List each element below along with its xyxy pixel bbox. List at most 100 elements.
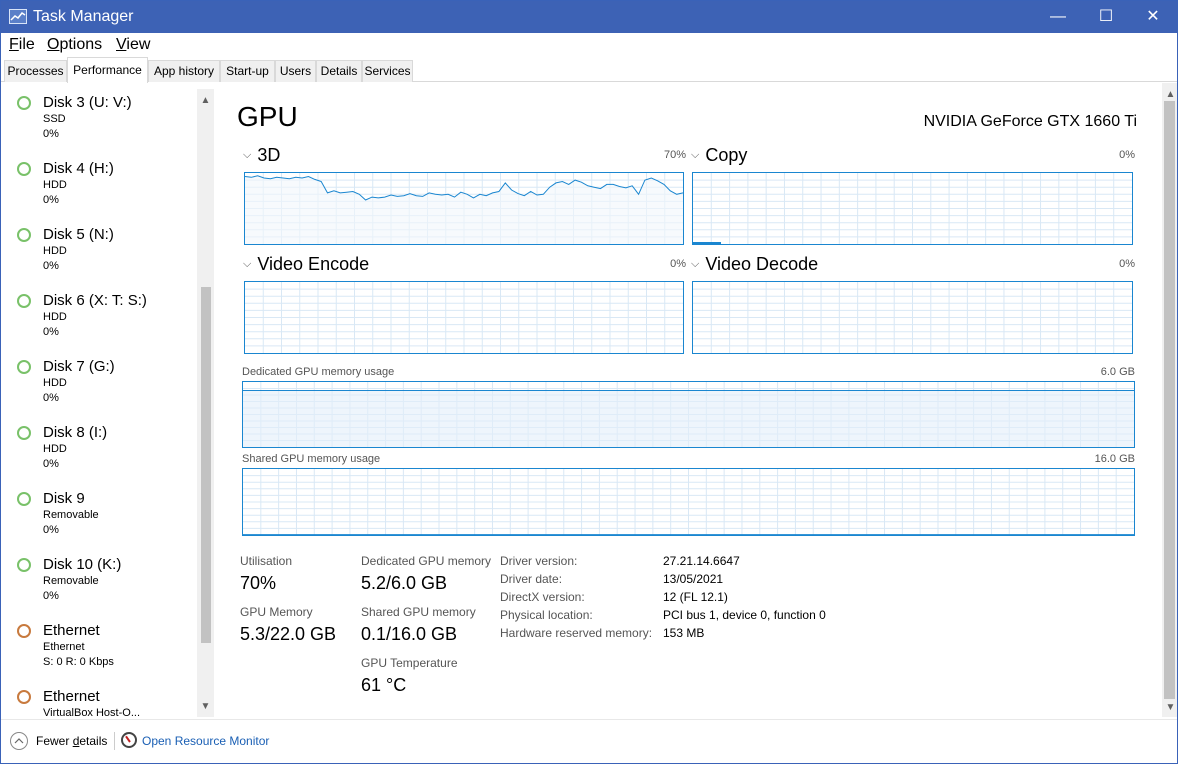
scroll-up-icon[interactable]: ▲ (197, 95, 214, 106)
maximize-button[interactable]: ☐ (1083, 1, 1129, 33)
graph-copy-label: Copy (705, 145, 748, 165)
performance-sidebar: Disk 3 (U: V:) SSD 0% Disk 4 (H:) HDD 0%… (1, 89, 215, 717)
chevron-up-icon[interactable] (10, 732, 28, 750)
graph-3d-header[interactable]: ⌵ 3D (243, 145, 280, 166)
status-circle-icon (17, 492, 31, 506)
title-bar[interactable]: Task Manager — ☐ ✕ (1, 1, 1177, 33)
dedicated-stat-value: 5.2/6.0 GB (361, 573, 448, 593)
minimize-button[interactable]: — (1035, 1, 1081, 33)
menu-view[interactable]: View (116, 36, 150, 54)
sidebar-item-disk-5[interactable]: Disk 5 (N:) HDD 0% (1, 221, 197, 287)
close-button[interactable]: ✕ (1130, 1, 1176, 33)
temperature-label: GPU Temperature (361, 656, 458, 670)
sidebar-item-ethernet-1[interactable]: Ethernet Ethernet S: 0 R: 0 Kbps (1, 617, 197, 683)
graph-video-decode-label: Video Decode (705, 254, 819, 274)
graph-video-encode-header[interactable]: ⌵ Video Encode (243, 254, 369, 275)
tab-start-up[interactable]: Start-up (220, 60, 275, 82)
gpu-panel: GPU NVIDIA GeForce GTX 1660 Ti ⌵ 3D 70% ⌵… (215, 83, 1161, 717)
graph-3d-pct: 70% (663, 149, 686, 161)
sidebar-item-disk-9[interactable]: Disk 9 Removable 0% (1, 485, 197, 551)
graph-video-encode-pct: 0% (670, 258, 686, 270)
tab-bar: Processes Performance App history Start-… (1, 57, 1177, 83)
menu-view-accel: V (116, 36, 127, 53)
sidebar-scrollbar-thumb[interactable] (201, 287, 211, 643)
graph-copy-header[interactable]: ⌵ Copy (691, 145, 747, 166)
graph-video-decode (692, 281, 1133, 354)
sidebar-item-disk-10[interactable]: Disk 10 (K:) Removable 0% (1, 551, 197, 617)
main-scrollbar-thumb[interactable] (1164, 101, 1175, 699)
graph-video-decode-grid (693, 282, 1132, 353)
sidebar-item-name: Disk 10 (K:) (43, 556, 122, 573)
graph-video-encode-label: Video Encode (257, 254, 370, 274)
directx-version-label: DirectX version: (500, 590, 585, 604)
sidebar-item-type: HDD (43, 179, 67, 191)
menu-file[interactable]: File (9, 36, 35, 54)
physical-location-label: Physical location: (500, 608, 593, 622)
graph-video-encode (244, 281, 684, 354)
open-resource-monitor-link[interactable]: Open Resource Monitor (142, 734, 269, 748)
sidebar-item-value: S: 0 R: 0 Kbps (43, 656, 114, 668)
shared-memory-graph (242, 468, 1135, 536)
gpu-model: NVIDIA GeForce GTX 1660 Ti (923, 113, 1137, 130)
graph-video-decode-header[interactable]: ⌵ Video Decode (691, 254, 818, 275)
chevron-down-icon: ⌵ (691, 149, 700, 161)
dedicated-stat-label: Dedicated GPU memory (361, 554, 492, 568)
sidebar-item-disk-7[interactable]: Disk 7 (G:) HDD 0% (1, 353, 197, 419)
graph-copy (692, 172, 1133, 245)
tab-users[interactable]: Users (275, 60, 316, 82)
menu-bar: File Options View (1, 33, 1177, 57)
driver-version-value: 27.21.14.6647 (663, 554, 740, 568)
reserved-memory-value: 153 MB (663, 626, 705, 640)
scroll-down-icon[interactable]: ▼ (197, 701, 214, 712)
tab-details[interactable]: Details (316, 60, 362, 82)
footer-bar: Fewer details Open Resource Monitor (1, 719, 1177, 763)
tab-performance[interactable]: Performance (67, 57, 148, 83)
menu-options-label: ptions (59, 36, 103, 53)
tab-services[interactable]: Services (362, 60, 413, 82)
sidebar-item-disk-4[interactable]: Disk 4 (H:) HDD 0% (1, 155, 197, 221)
window-title: Task Manager (33, 8, 134, 25)
task-manager-icon (9, 9, 27, 24)
sidebar-item-type: HDD (43, 245, 67, 257)
dedicated-memory-max: 6.0 GB (1100, 366, 1135, 378)
sidebar-item-type: Ethernet (43, 641, 85, 653)
resource-monitor-icon[interactable] (121, 732, 137, 748)
sidebar-item-disk-6[interactable]: Disk 6 (X: T: S:) HDD 0% (1, 287, 197, 353)
footer-divider (114, 732, 115, 750)
shared-memory-max: 16.0 GB (1094, 453, 1135, 465)
sidebar-item-value: 0% (43, 590, 59, 602)
main-scroll-down-icon[interactable]: ▼ (1162, 702, 1177, 713)
gpu-title: GPU (237, 101, 298, 132)
sidebar-item-value: 0% (43, 458, 59, 470)
sidebar-item-disk-8[interactable]: Disk 8 (I:) HDD 0% (1, 419, 197, 485)
task-manager-window: Task Manager — ☐ ✕ File Options View Pro… (0, 0, 1178, 764)
sidebar-item-type: HDD (43, 311, 67, 323)
driver-version-label: Driver version: (500, 554, 578, 568)
menu-file-label: ile (18, 36, 35, 53)
menu-view-label: iew (126, 36, 151, 53)
sidebar-item-value: 0% (43, 392, 59, 404)
status-circle-icon (17, 294, 31, 308)
tab-processes[interactable]: Processes (4, 60, 67, 82)
main-scroll-up-icon[interactable]: ▲ (1162, 89, 1177, 100)
status-circle-icon (17, 228, 31, 242)
sidebar-item-ethernet-2[interactable]: Ethernet VirtualBox Host-O... (1, 683, 197, 717)
fewer-details-button[interactable]: Fewer details (36, 734, 107, 748)
graph-3d-line (245, 175, 683, 244)
sidebar-item-name: Disk 4 (H:) (43, 160, 114, 177)
sidebar-item-value: 0% (43, 194, 59, 206)
chevron-down-icon: ⌵ (243, 258, 252, 270)
directx-version-value: 12 (FL 12.1) (663, 590, 728, 604)
sidebar-item-name: Disk 6 (X: T: S:) (43, 292, 147, 309)
sidebar-item-name: Disk 8 (I:) (43, 424, 108, 441)
sidebar-item-value: 0% (43, 524, 59, 536)
status-circle-icon (17, 162, 31, 176)
sidebar-item-value: 0% (43, 326, 59, 338)
sidebar-item-disk-3[interactable]: Disk 3 (U: V:) SSD 0% (1, 89, 197, 155)
status-circle-icon (17, 426, 31, 440)
tab-app-history[interactable]: App history (148, 60, 220, 82)
status-circle-icon (17, 624, 31, 638)
shared-stat-value: 0.1/16.0 GB (361, 624, 458, 644)
menu-options[interactable]: Options (47, 36, 102, 54)
gpu-memory-value: 5.3/22.0 GB (240, 624, 337, 644)
